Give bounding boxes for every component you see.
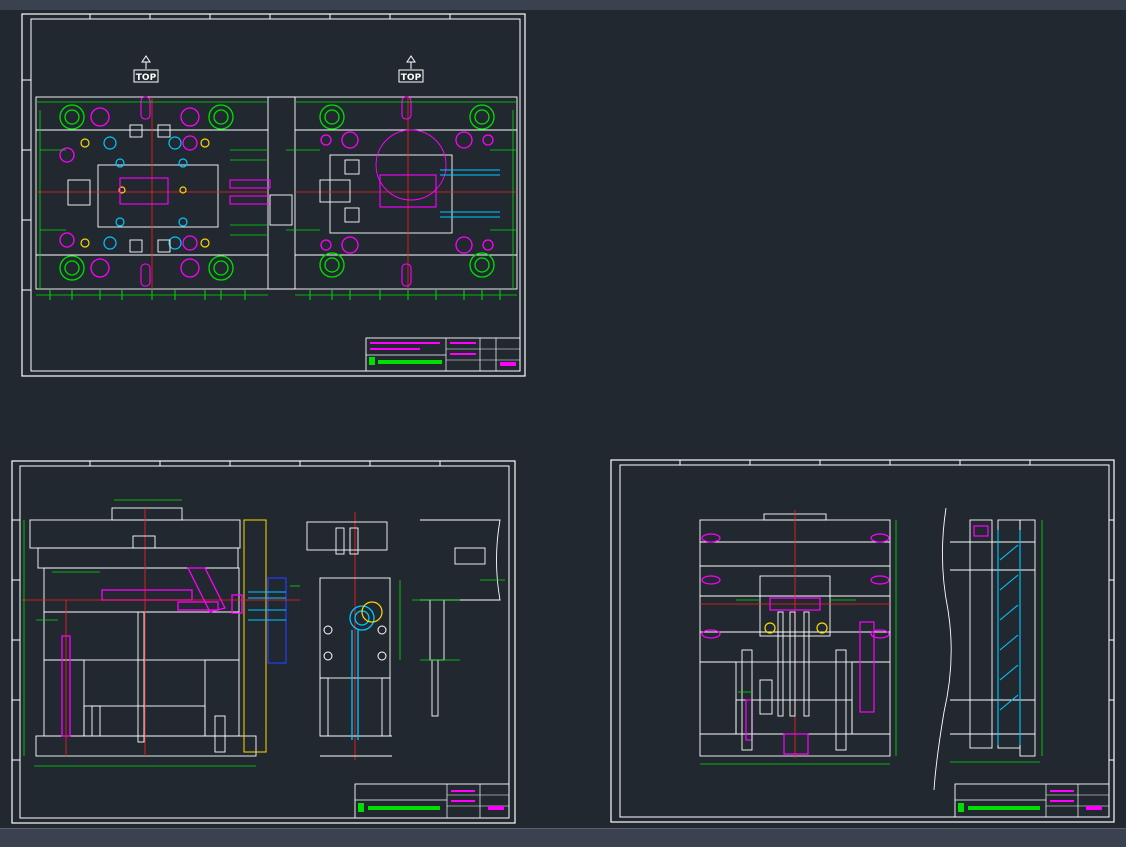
sheet-3-cavity [701, 533, 890, 755]
sheet-3-title-block [954, 783, 1110, 818]
sheet-1-ticks [22, 14, 451, 291]
sheet-plan-view[interactable]: TOP TOP [21, 13, 526, 377]
sheet-3-screws [764, 622, 828, 634]
sheet-3-detail-dims [950, 520, 1043, 763]
cad-model-space[interactable]: TOP TOP [0, 0, 1126, 847]
sheet-3-outer-border [610, 459, 1115, 823]
sheet-3-slider-head [973, 525, 989, 537]
top-label-left: TOP [136, 73, 157, 83]
top-indicator-left: TOP [133, 55, 159, 83]
sheet-1-cooling-lines [440, 169, 500, 218]
sheet-3-ticks [679, 460, 1114, 761]
sheet-front-section[interactable] [11, 460, 516, 824]
sheet-2-cavity [61, 567, 243, 737]
sheet-2-inner-border [19, 465, 510, 819]
sheet-1-centerlines [36, 97, 517, 289]
sheet-2-outer-border [11, 460, 516, 824]
sheet-2-detail-dims [399, 579, 505, 661]
sheet-2-plates [29, 507, 257, 757]
sheet-1-guide-pillars [59, 104, 495, 281]
sheet-1-return-pins [59, 107, 494, 278]
sheet-1-title-block [365, 337, 521, 372]
sheet-1-blocks [67, 124, 360, 253]
sheet-2-dimensions [23, 499, 300, 767]
sheet-1-cooling-holes [103, 136, 188, 250]
top-label-right: TOP [401, 73, 422, 83]
sheet-2-side-slider [243, 519, 267, 753]
sheet-2-cooling-circle [349, 605, 375, 740]
top-indicator-right: TOP [398, 55, 424, 83]
sheet-3-dimensions [700, 520, 897, 765]
sheet-2-ticks [12, 461, 441, 761]
sheet-3-cooling-spiral [997, 530, 1021, 745]
sheet-1-plates [35, 96, 518, 290]
sheet-2-detail-view [420, 519, 501, 717]
sheet-2-title-block [354, 783, 510, 819]
drawing-canvas[interactable]: TOP TOP [0, 0, 1126, 846]
sheet-2-side-view [306, 521, 392, 757]
sheet-2-cooling [248, 591, 286, 621]
status-bar-strip [0, 828, 1126, 847]
sheet-side-section[interactable] [610, 459, 1115, 823]
sheet-1-screws [80, 138, 210, 248]
sheet-2-centerlines [22, 508, 356, 760]
